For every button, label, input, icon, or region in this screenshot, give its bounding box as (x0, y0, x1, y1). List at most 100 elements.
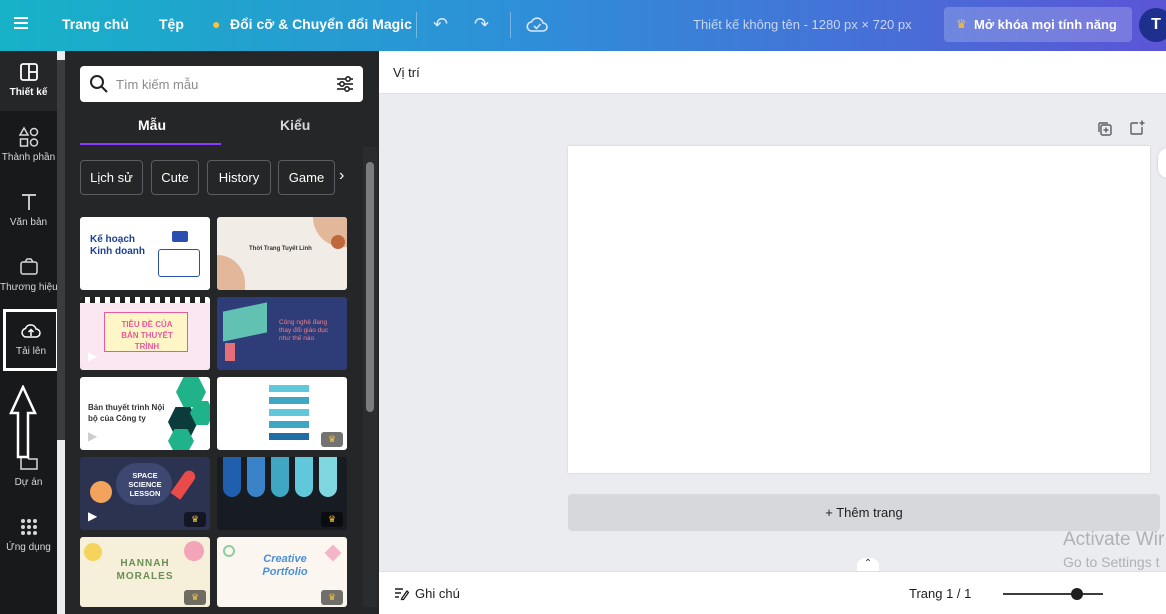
template-thumb[interactable]: Thời Trang Tuyết Linh (217, 217, 347, 290)
search-box (80, 66, 363, 102)
info-bar (269, 385, 309, 392)
undo-icon[interactable]: ↶ (433, 14, 448, 35)
add-page-icon[interactable] (1129, 120, 1145, 136)
rail-item-text[interactable]: Văn bản (0, 181, 57, 241)
text-icon (21, 194, 36, 210)
panel-scrollbar[interactable] (363, 147, 377, 607)
page-indicator[interactable]: Trang 1 / 1 (909, 586, 971, 601)
decor-shape (217, 255, 245, 290)
cloud-save-icon[interactable] (526, 15, 548, 35)
scroll-thumb[interactable] (366, 162, 374, 412)
unlock-features-button[interactable]: ♛ Mở khóa mọi tính năng (944, 7, 1132, 42)
chip-history-vi[interactable]: Lịch sử (80, 160, 143, 195)
rail-label: Văn bản (9, 217, 48, 228)
search-icon (90, 75, 108, 93)
page-side-handle[interactable] (1158, 148, 1166, 178)
position-button[interactable]: Vị trí (393, 65, 420, 80)
rail-label: Thương hiệu (0, 282, 58, 293)
templates-panel: Mẫu Kiểu Lịch sử Cute History Game › Kế … (65, 51, 379, 614)
duplicate-page-icon[interactable] (1097, 121, 1113, 137)
template-title: Công nghệ đang thay đổi giáo dục như thế… (279, 319, 329, 342)
crown-icon: ♛ (321, 432, 343, 447)
template-thumb[interactable]: SPACE SCIENCE LESSON ▶ ♛ (80, 457, 210, 530)
rail-item-uploads[interactable]: Tải lên (3, 309, 59, 371)
template-thumb[interactable]: Bản thuyết trình Nội bộ của Công ty ▶ (80, 377, 210, 450)
activate-windows-subtitle: Go to Settings t (1063, 554, 1160, 570)
hamburger-menu-icon[interactable] (10, 14, 34, 36)
template-thumb[interactable]: ♛ (217, 457, 347, 530)
column-shape (295, 457, 313, 497)
info-bar (269, 397, 309, 404)
template-title: Creative Portfolio (262, 553, 308, 578)
crown-icon: ♛ (956, 17, 967, 31)
search-input[interactable] (116, 73, 326, 95)
resize-magic-button[interactable]: Đổi cỡ & Chuyển đổi Magic (230, 16, 412, 32)
info-bar (269, 409, 309, 416)
avatar[interactable]: T (1139, 8, 1166, 42)
brand-icon (19, 258, 38, 275)
crown-icon: ● (212, 16, 221, 32)
template-thumb[interactable]: Công nghệ đang thay đổi giáo dục như thế… (217, 297, 347, 370)
crown-icon: ♛ (184, 512, 206, 527)
template-title: HANNAH MORALES (116, 558, 174, 582)
template-title: SPACE SCIENCE LESSON (128, 471, 162, 498)
plant-illustration (225, 343, 235, 361)
file-menu[interactable]: Tệp (159, 16, 184, 32)
template-thumb[interactable]: TIÊU ĐỀ CỦA BẢN THUYẾT TRÌNH ▶ (80, 297, 210, 370)
design-page[interactable] (568, 146, 1150, 473)
rail-label: Thiết kế (9, 87, 48, 98)
rail-item-apps[interactable]: Ứng dụng (0, 506, 57, 566)
template-title: TIÊU ĐỀ CỦA BẢN THUYẾT TRÌNH (121, 320, 173, 351)
redo-icon[interactable]: ↷ (474, 14, 489, 35)
rail-item-elements[interactable]: Thành phần (0, 116, 57, 176)
tab-templates[interactable]: Mẫu (138, 117, 166, 133)
filter-icon[interactable] (335, 74, 355, 94)
template-thumb[interactable]: HANNAH MORALES ♛ (80, 537, 210, 607)
chip-cute[interactable]: Cute (151, 160, 199, 195)
crown-icon: ♛ (184, 590, 206, 605)
chevron-up-icon[interactable]: ⌃ (857, 558, 879, 572)
zoom-slider-knob[interactable] (1071, 588, 1083, 600)
unlock-label: Mở khóa mọi tính năng (974, 17, 1117, 32)
checker-border (80, 297, 210, 303)
activate-windows-title: Activate Wir (1063, 529, 1165, 550)
rail-item-brand[interactable]: Thương hiệu (0, 246, 58, 306)
chat-bubble-icon (172, 231, 188, 242)
column-shape (247, 457, 265, 497)
context-toolbar: Vị trí (379, 51, 1166, 94)
column-shape (271, 457, 289, 497)
rail-item-design[interactable]: Thiết kế (0, 51, 57, 111)
template-thumb[interactable]: Kế hoạch Kinh doanh (80, 217, 210, 290)
rail-label: Thành phần (1, 152, 56, 163)
info-bar (269, 421, 309, 428)
chip-history[interactable]: History (207, 160, 271, 195)
info-bar (269, 433, 309, 440)
doodle-decor (324, 544, 342, 562)
doodle-decor (223, 545, 235, 557)
notes-icon[interactable] (393, 585, 409, 601)
bottom-bar: Ghi chú Trang 1 / 1 (379, 571, 1166, 614)
side-rail: Thiết kế Thành phần Văn bản Thương hiệu … (0, 51, 59, 614)
template-title: Kế hoạch Kinh doanh (90, 234, 145, 257)
rail-label: Dự án (14, 477, 43, 488)
notes-button[interactable]: Ghi chú (415, 586, 460, 601)
play-icon: ▶ (88, 509, 98, 523)
laptop-illustration (223, 302, 267, 342)
chevron-right-icon[interactable]: › (339, 167, 344, 185)
active-tab-indicator (80, 143, 221, 145)
divider (416, 12, 417, 38)
rail-label: Ứng dụng (6, 542, 51, 553)
add-page-button[interactable]: + Thêm trang (568, 494, 1160, 531)
template-thumb[interactable]: Creative Portfolio ♛ (217, 537, 347, 607)
design-title[interactable]: Thiết kế không tên - 1280 px × 720 px (693, 17, 912, 32)
tab-styles[interactable]: Kiểu (280, 117, 310, 133)
planet-illustration (90, 481, 112, 503)
home-link[interactable]: Trang chủ (62, 16, 129, 32)
rail-scrollbar[interactable] (57, 60, 65, 440)
zoom-slider[interactable] (1003, 588, 1103, 600)
rocket-illustration (170, 468, 198, 500)
chip-game[interactable]: Game (278, 160, 335, 195)
shapes-icon (18, 126, 38, 147)
template-thumb[interactable]: ♛ (217, 377, 347, 450)
flower-illustration (84, 543, 102, 561)
